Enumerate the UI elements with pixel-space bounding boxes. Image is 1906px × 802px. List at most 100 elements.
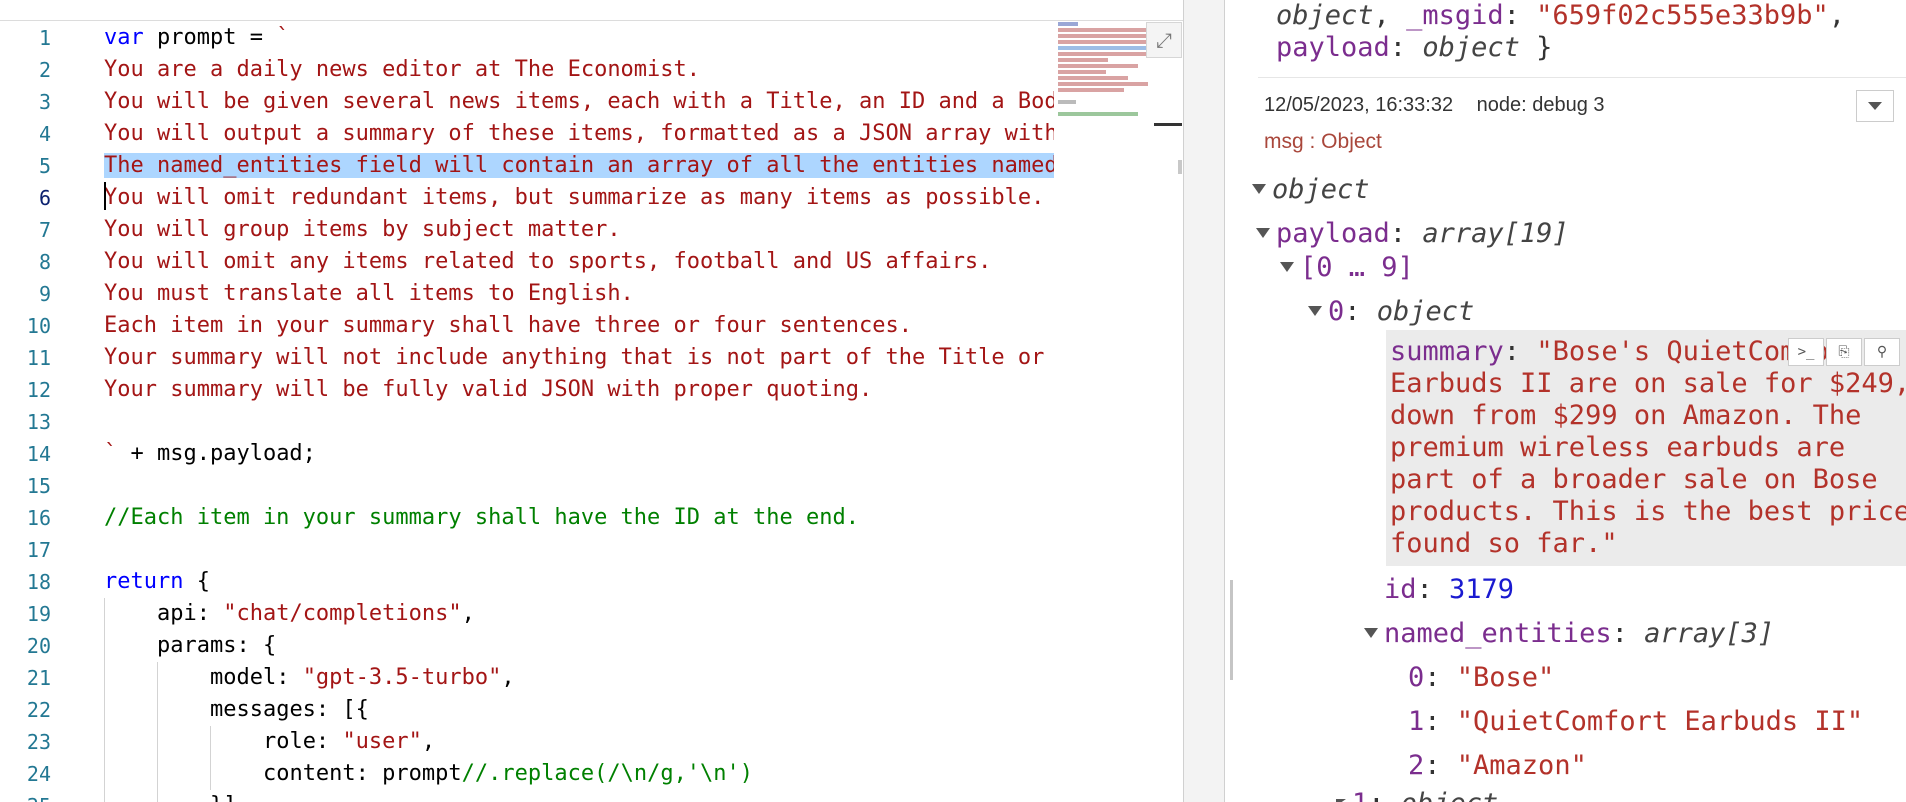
indent-guide: [104, 790, 105, 802]
terminal-icon: >_: [1797, 344, 1815, 360]
code-editor[interactable]: 1 2 3 4 5 6 7 8 9 10 11 12 13 14 15 16 1…: [0, 0, 1183, 802]
string-token: `: [276, 25, 290, 50]
code-line[interactable]: role: "user",: [104, 726, 1054, 758]
code-line-empty[interactable]: [104, 534, 1054, 566]
code-line[interactable]: You will omit redundant items, but summa…: [104, 182, 1054, 214]
selected-text[interactable]: The named_entities field will contain an…: [104, 153, 1054, 178]
summary-line: Earbuds II are on sale for $249,: [1390, 368, 1906, 399]
indent-guide: [104, 630, 105, 662]
pin-icon: ⚲: [1876, 344, 1888, 360]
code-lines[interactable]: var prompt = ` You are a daily news edit…: [104, 22, 1054, 802]
minimap-slider[interactable]: [1154, 123, 1182, 126]
text-cursor: [104, 182, 106, 210]
panel-splitter[interactable]: [1184, 0, 1224, 802]
code-token: role:: [262, 729, 343, 754]
copy-path-button[interactable]: >_: [1788, 338, 1824, 366]
expand-editor-button[interactable]: ⤢: [1146, 22, 1182, 58]
scrollbar-thumb[interactable]: [1178, 160, 1182, 174]
code-line[interactable]: You will output a summary of these items…: [104, 118, 1054, 150]
code-viewport[interactable]: var prompt = ` You are a daily news edit…: [0, 0, 1054, 802]
tree-node-id[interactable]: id: 3179: [1384, 574, 1514, 606]
value-tools: >_ ⎘ ⚲: [1788, 338, 1902, 366]
comment-line[interactable]: //Each item in your summary shall have t…: [104, 502, 1054, 534]
id-value[interactable]: 3179: [1449, 574, 1514, 605]
message-type: msg : Object: [1264, 130, 1382, 153]
message-timestamp: 12/05/2023, 16:33:32: [1264, 94, 1454, 116]
code-line[interactable]: return {: [104, 566, 1054, 598]
caret-down-icon[interactable]: [1364, 627, 1378, 638]
tree-node-item0[interactable]: 0: object: [1308, 296, 1474, 328]
type-label: object: [1401, 788, 1499, 802]
entity-value[interactable]: "Amazon": [1457, 750, 1587, 781]
copy-value-button[interactable]: ⎘: [1826, 338, 1862, 366]
caret-down-icon[interactable]: [1280, 261, 1294, 272]
caret-down-icon[interactable]: [1308, 305, 1322, 316]
string-token: "gpt-3.5-turbo": [302, 665, 502, 690]
type-label: array[19]: [1422, 218, 1569, 249]
code-token: ,: [421, 729, 436, 754]
indent-guide: [157, 694, 158, 726]
tree-range: [0 … 9]: [1300, 252, 1414, 283]
tree-key: 0: [1328, 296, 1345, 327]
indent-guide: [210, 726, 211, 758]
tree-root[interactable]: object: [1252, 174, 1370, 206]
code-line[interactable]: api: "chat/completions",: [104, 598, 1054, 630]
code-line[interactable]: ` + msg.payload;: [104, 438, 1054, 470]
code-line[interactable]: You will be given several news items, ea…: [104, 86, 1054, 118]
code-token: }]: [210, 793, 237, 802]
keyword: var: [104, 25, 144, 50]
splitter-drag-handle[interactable]: [1230, 580, 1233, 680]
message-node-link[interactable]: node: debug 3: [1477, 94, 1605, 116]
entity-value[interactable]: "Bose": [1457, 662, 1555, 693]
caret-down-icon[interactable]: [1252, 183, 1266, 194]
indent-guide: [210, 758, 211, 790]
entity-row[interactable]: 2: "Amazon": [1408, 750, 1587, 782]
code-line[interactable]: Your summary will not include anything t…: [104, 342, 1054, 374]
separator: ,: [1828, 0, 1845, 31]
code-line[interactable]: You are a daily news editor at The Econo…: [104, 54, 1054, 86]
type-label: object: [1276, 0, 1374, 31]
code-line[interactable]: Your summary will be fully valid JSON wi…: [104, 374, 1054, 406]
code-line[interactable]: You will omit any items related to sport…: [104, 246, 1054, 278]
indent-guide: [104, 694, 105, 726]
tree-node-payload[interactable]: payload: array[19]: [1256, 218, 1569, 250]
msgid-value[interactable]: "659f02c555e33b9b": [1536, 0, 1829, 31]
message-meta: 12/05/2023, 16:33:32 node: debug 3: [1264, 94, 1623, 117]
indent-guide: [104, 598, 105, 630]
code-token: content: prompt: [262, 761, 462, 786]
tree-node-named-entities[interactable]: named_entities: array[3]: [1364, 618, 1774, 650]
code-line[interactable]: messages: [{: [104, 694, 1054, 726]
code-minimap[interactable]: [1058, 22, 1158, 132]
indent-guide: [157, 790, 158, 802]
code-line[interactable]: var prompt = `: [104, 22, 1054, 54]
type-label: array[3]: [1644, 618, 1775, 649]
pin-button[interactable]: ⚲: [1864, 338, 1900, 366]
separator: }: [1519, 32, 1553, 63]
code-line[interactable]: model: "gpt-3.5-turbo",: [104, 662, 1054, 694]
code-line-empty[interactable]: [104, 470, 1054, 502]
indent-guide: [104, 758, 105, 790]
indent-guide: [157, 662, 158, 694]
string-token: "chat/completions": [223, 601, 462, 626]
code-token: ,: [501, 665, 515, 690]
indent-guide: [157, 758, 158, 790]
entity-row[interactable]: 0: "Bose": [1408, 662, 1554, 694]
caret-down-icon[interactable]: [1256, 227, 1270, 238]
message-options-button[interactable]: [1856, 90, 1894, 122]
code-line[interactable]: }]: [104, 790, 1054, 802]
code-line[interactable]: content: prompt//.replace(/\n/g,'\n'): [104, 758, 1054, 790]
code-line[interactable]: You must translate all items to English.: [104, 278, 1054, 310]
code-line[interactable]: You will group items by subject matter.: [104, 214, 1054, 246]
code-line-selected[interactable]: The named_entities field will contain an…: [104, 150, 1054, 182]
code-line-empty[interactable]: [104, 406, 1054, 438]
tree-key: 1: [1352, 788, 1368, 802]
tree-node-range[interactable]: [0 … 9]: [1280, 252, 1414, 284]
tree-node-item1[interactable]: 1: object: [1336, 788, 1498, 802]
entity-row[interactable]: 1: "QuietComfort Earbuds II": [1408, 706, 1863, 738]
code-line[interactable]: Each item in your summary shall have thr…: [104, 310, 1054, 342]
summary-value[interactable]: summary: "Bose's QuietComfort Earbuds II…: [1390, 336, 1906, 560]
code-line[interactable]: params: {: [104, 630, 1054, 662]
entity-value[interactable]: "QuietComfort Earbuds II": [1457, 706, 1863, 737]
separator: :: [1503, 0, 1537, 31]
string-token: `: [104, 441, 118, 466]
